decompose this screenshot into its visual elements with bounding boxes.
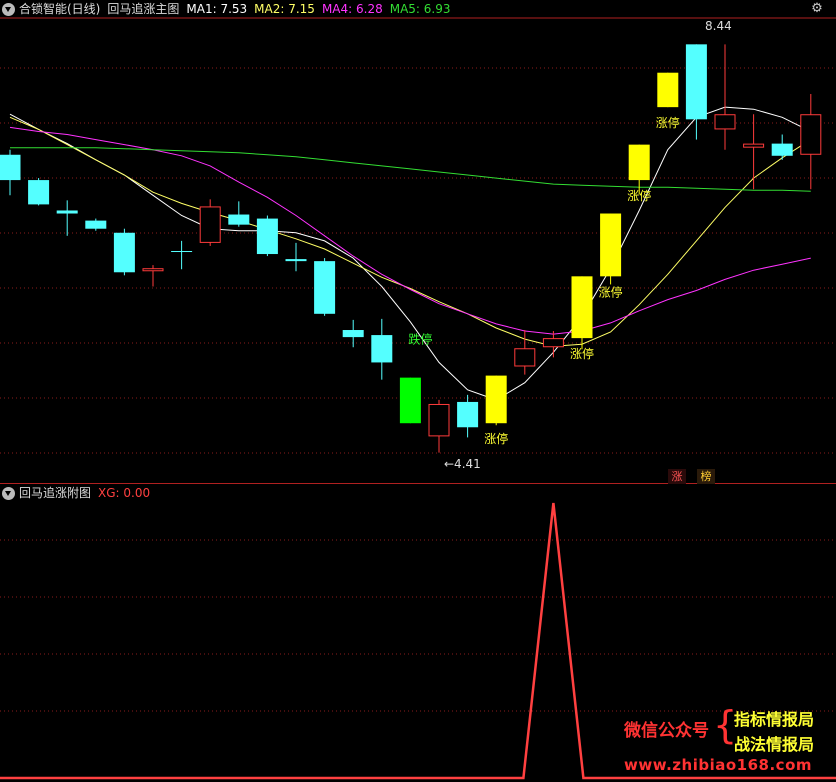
sub-indicator-name: 回马追涨附图	[19, 486, 92, 500]
candle[interactable]	[0, 149, 21, 196]
main-chart-header: 合锁智能(日线) 回马追涨主图 MA1: 7.53 MA2: 7.15 MA4:…	[0, 0, 458, 18]
candle-body	[571, 276, 593, 339]
candle-body	[342, 330, 364, 338]
xg-line	[0, 502, 836, 780]
chart-canvas[interactable]: 跌停涨停涨停涨停涨停涨停 8.44 ←4.41	[0, 0, 836, 782]
candle[interactable]	[228, 201, 250, 227]
bang-badge[interactable]: 榜	[697, 469, 715, 484]
gear-icon[interactable]: ⚙	[808, 0, 826, 18]
candle-body	[199, 206, 221, 243]
candlesticks[interactable]	[0, 44, 822, 453]
limit-label: 涨停	[627, 188, 651, 203]
ma1-value: MA1: 7.53	[186, 2, 248, 16]
limit-label: 跌停	[408, 332, 432, 347]
candle-body	[771, 143, 793, 156]
zhang-badge[interactable]: 涨	[668, 469, 686, 484]
limit-label: 涨停	[570, 346, 594, 361]
ma-line-ma5	[10, 147, 811, 192]
candle[interactable]	[285, 242, 307, 272]
candle-body	[743, 143, 765, 148]
candle-body	[314, 261, 336, 314]
max-price-label: 8.44	[705, 19, 732, 33]
ma-line-ma4	[9, 126, 811, 335]
ma-line-ma2	[9, 116, 812, 347]
candle-body	[457, 401, 479, 428]
candle-body	[542, 338, 564, 348]
candle-body	[685, 44, 707, 120]
chevron-down-icon[interactable]	[2, 2, 15, 16]
candle[interactable]	[314, 258, 336, 316]
candle-body	[85, 220, 107, 229]
candle-body	[399, 377, 421, 424]
candle[interactable]	[85, 218, 107, 231]
ma4-value: MA4: 6.28	[321, 2, 383, 16]
candle[interactable]	[771, 134, 793, 160]
candle-body	[714, 114, 736, 130]
watermark-line1: 指标情报局	[734, 710, 815, 729]
candle[interactable]	[113, 228, 135, 276]
candle-body	[171, 251, 193, 253]
candle[interactable]	[371, 318, 393, 380]
stock-title: 合锁智能(日线)	[19, 2, 101, 16]
limit-label: 涨停	[656, 115, 680, 130]
candle[interactable]	[171, 240, 193, 270]
candle[interactable]	[542, 331, 564, 358]
candle-body	[371, 335, 393, 363]
candle[interactable]	[457, 394, 479, 438]
candle[interactable]	[428, 399, 450, 453]
candle[interactable]	[800, 93, 822, 190]
ma2-value: MA2: 7.15	[254, 2, 315, 16]
limit-label: 涨停	[599, 284, 623, 299]
candle-body	[142, 268, 164, 272]
xg-value: XG: 0.00	[98, 486, 151, 500]
xg-plot	[0, 502, 836, 780]
candle[interactable]	[56, 200, 78, 236]
candle-body	[228, 214, 250, 225]
candle[interactable]	[256, 215, 278, 257]
candle-body	[285, 259, 307, 262]
candle-body	[514, 348, 536, 367]
candle-body	[428, 403, 450, 437]
candle-body	[256, 218, 278, 255]
candle[interactable]	[28, 178, 50, 206]
candle[interactable]	[714, 44, 736, 150]
candle-body	[28, 180, 50, 205]
candle[interactable]	[485, 375, 507, 426]
candle[interactable]	[399, 377, 421, 424]
candle[interactable]	[199, 199, 221, 246]
ma5-value: MA5: 6.93	[389, 2, 451, 16]
chevron-down-icon[interactable]	[2, 486, 15, 500]
site-url: www.zhibiao168.com	[624, 756, 813, 774]
watermark-line2: 战法情报局	[734, 735, 815, 754]
candle[interactable]	[142, 265, 164, 287]
wechat-label: 微信公众号	[624, 721, 709, 741]
limit-label: 涨停	[484, 431, 508, 446]
candle-body	[485, 375, 507, 424]
main-indicator-name: 回马追涨主图	[107, 2, 180, 16]
candle[interactable]	[600, 213, 622, 285]
candle-body	[113, 232, 135, 273]
candle[interactable]	[571, 276, 593, 350]
candle-body	[0, 154, 21, 181]
candle-body	[600, 213, 622, 277]
candle-body	[800, 114, 822, 155]
candle-body	[56, 210, 78, 214]
grid-lines	[0, 17, 836, 712]
sub-chart-header: 回马追涨附图 XG: 0.00	[0, 484, 157, 502]
candle-body	[628, 144, 650, 181]
candle-body	[657, 72, 679, 108]
candle[interactable]	[657, 72, 679, 108]
min-price-label: ←4.41	[444, 457, 481, 471]
